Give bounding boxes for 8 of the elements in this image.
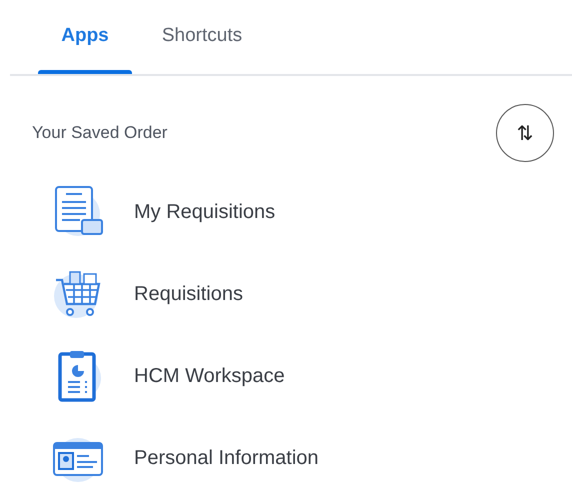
app-link[interactable]: Requisitions	[134, 282, 243, 306]
app-link[interactable]: Personal Information	[134, 446, 319, 470]
app-link[interactable]: HCM Workspace	[134, 364, 285, 388]
app-link[interactable]: My Requisitions	[134, 200, 276, 224]
sort-button[interactable]: ⇅	[496, 104, 554, 162]
section-title: Your Saved Order	[32, 123, 168, 143]
tab[interactable]: Apps	[38, 0, 132, 74]
tab[interactable]: Shortcuts	[150, 0, 254, 74]
